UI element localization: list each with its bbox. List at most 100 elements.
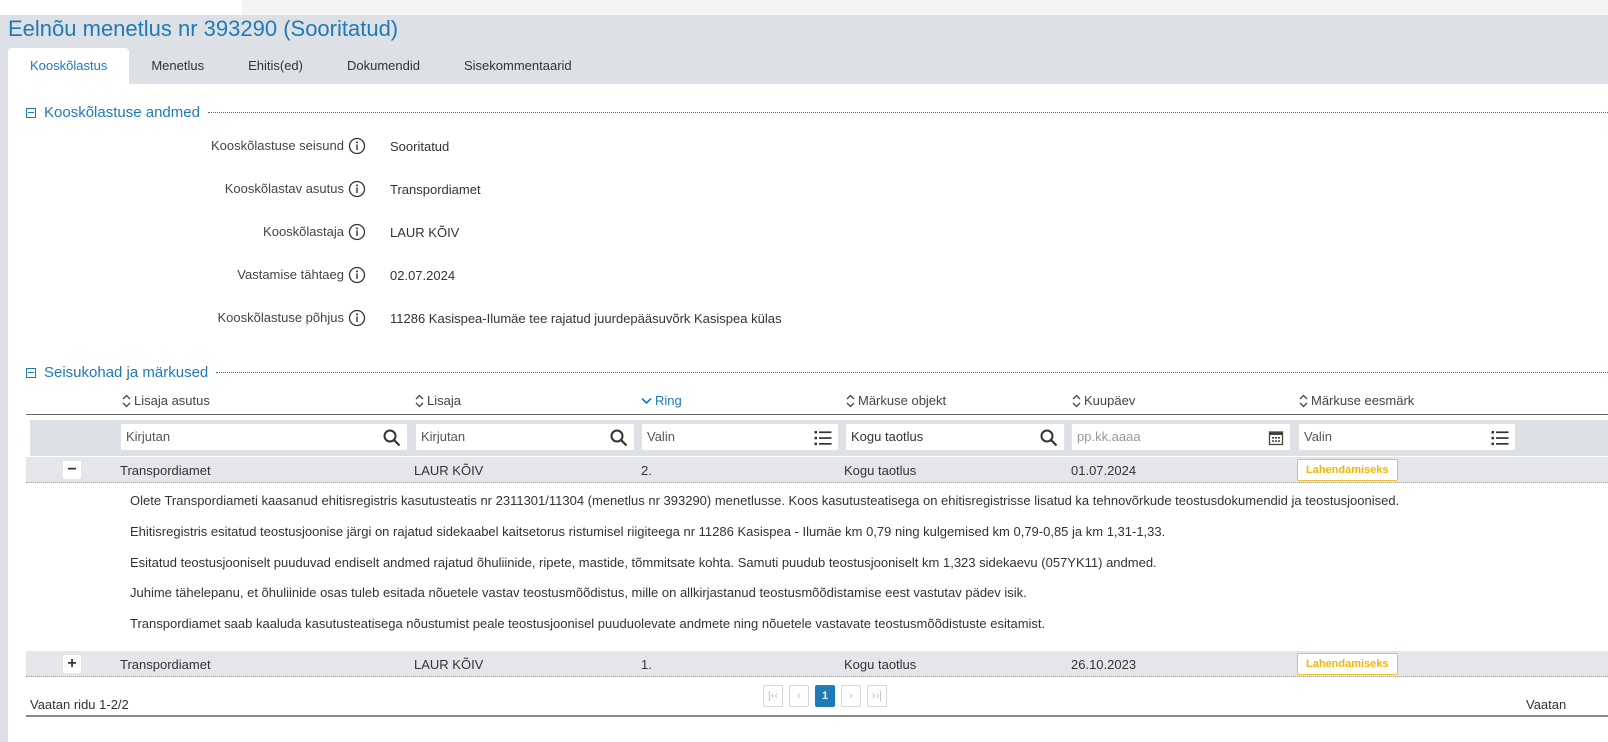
remarks-section-title: Seisukohad ja märkused [44,364,209,381]
tab-kooskolastus[interactable]: Kooskõlastus [8,48,130,84]
filter-lisaja[interactable] [415,423,635,451]
cell-objekt: Kogu taotlus [844,463,917,478]
cell-kuupaev: 01.07.2024 [1071,463,1137,478]
sort-icon [415,394,424,407]
field-value: Transpordiamet [390,182,481,197]
filter-objekt[interactable] [845,423,1065,451]
details-section-header[interactable]: Kooskõlastuse andmed [26,104,1608,121]
comment-paragraph: Transpordiamet saab kaaluda kasutusteati… [130,616,1046,631]
main-content: Kooskõlastuse andmed Kooskõlastuse seisu… [8,84,1608,742]
page-title: Eelnõu menetlus nr 393290 (Sooritatud) [8,16,399,41]
collapse-row-button[interactable]: − [63,461,81,479]
table-row[interactable]: − Transpordiamet LAUR KÕIV 2. Kogu taotl… [26,457,1608,483]
collapse-icon[interactable] [26,367,36,378]
tab-dokumendid[interactable]: Dokumendid [325,48,442,84]
field-value: 11286 Kasispea-Ilumäe tee rajatud juurde… [390,311,782,326]
field-label: Kooskõlastav asutus [224,181,344,196]
sort-icon [846,394,855,407]
plus-icon: + [67,655,77,672]
field-label: Kooskõlastuse seisund [211,138,344,153]
filter-eesmark-select[interactable] [1304,429,1477,444]
cell-lisaja: LAUR KÕIV [414,463,484,478]
comment-paragraph: Esitatud teostusjooniselt puuduvad endis… [130,555,1157,570]
column-header-markuse-objekt[interactable]: Märkuse objekt [846,393,946,408]
first-page-button[interactable]: |‹‹ [763,685,783,707]
info-icon[interactable] [348,137,366,155]
column-header-lisaja-asutus[interactable]: Lisaja asutus [122,393,210,408]
table-header-divider [26,414,1608,415]
field-label: Kooskõlastuse põhjus [217,310,344,325]
cell-kuupaev: 26.10.2023 [1071,657,1137,672]
next-page-button[interactable]: › [841,685,861,707]
filter-kuupaev[interactable] [1071,423,1291,451]
list-icon[interactable] [814,429,832,447]
column-header-lisaja[interactable]: Lisaja [415,393,461,408]
filter-lisaja-input[interactable] [421,429,596,444]
search-icon[interactable] [383,429,401,447]
status-badge: Lahendamiseks [1297,459,1398,481]
search-icon[interactable] [1040,429,1058,447]
sort-icon [1072,394,1081,407]
cell-asutus: Transpordiamet [120,463,211,478]
field-label: Vastamise tähtaeg [237,267,344,282]
filter-bar [30,420,1608,456]
cell-objekt: Kogu taotlus [844,657,917,672]
column-header-kuupaev[interactable]: Kuupäev [1072,393,1135,408]
filter-asutus[interactable] [120,423,408,451]
prev-page-button[interactable]: ‹ [789,685,809,707]
tab-menetlus[interactable]: Menetlus [129,48,226,84]
comment-paragraph: Ehitisregistris esitatud teostusjoonise … [130,524,1166,539]
field-label: Kooskõlastaja [263,224,344,239]
filter-eesmark[interactable] [1298,423,1516,451]
column-header-label: Lisaja [427,393,461,408]
sort-icon [1299,394,1308,407]
details-section-title: Kooskõlastuse andmed [44,104,200,121]
info-icon[interactable] [348,223,366,241]
field-value: Sooritatud [390,139,450,154]
field-row-asutus: Kooskõlastav asutus Transpordiamet [8,178,1008,200]
comment-paragraph: Juhime tähelepanu, et õhuliinide osas tu… [130,585,1027,600]
field-row-tahtaeg: Vastamise tähtaeg 02.07.2024 [8,264,1008,286]
column-header-label: Lisaja asutus [134,393,210,408]
collapse-icon[interactable] [26,107,36,118]
filter-objekt-input[interactable] [851,429,1026,444]
column-header-label: Kuupäev [1084,393,1136,408]
section-divider [216,372,1608,373]
filter-asutus-input[interactable] [126,429,355,444]
minus-icon: − [67,461,77,478]
pagination: |‹‹ ‹ 1 › ››| [763,685,893,707]
search-icon[interactable] [610,429,628,447]
tab-ehitised[interactable]: Ehitis(ed) [226,48,325,84]
info-icon[interactable] [348,266,366,284]
calendar-icon[interactable] [1268,430,1284,446]
expand-row-button[interactable]: + [63,655,81,673]
section-divider [207,112,1608,113]
field-value: LAUR KÕIV [390,225,460,240]
column-header-ring[interactable]: Ring [641,393,682,408]
cell-asutus: Transpordiamet [120,657,211,672]
rows-info-right: Vaatan [1526,697,1567,712]
field-row-pohjus: Kooskõlastuse põhjus 11286 Kasispea-Ilum… [8,307,1008,329]
cell-ring: 1. [641,657,652,672]
last-page-button[interactable]: ››| [867,685,887,707]
info-icon[interactable] [348,309,366,327]
filter-kuupaev-input[interactable] [1077,429,1252,444]
info-icon[interactable] [348,180,366,198]
field-row-seisund: Kooskõlastuse seisund Sooritatud [8,135,1008,157]
sort-desc-icon [641,397,652,404]
filter-ring-select[interactable] [647,429,804,444]
list-icon[interactable] [1491,429,1509,447]
field-value: 02.07.2024 [390,268,456,283]
rows-info: Vaatan ridu 1-2/2 [30,697,129,712]
table-row[interactable]: + Transpordiamet LAUR KÕIV 1. Kogu taotl… [26,651,1608,677]
tab-sisekommentaarid[interactable]: Sisekommentaarid [442,48,594,84]
cell-ring: 2. [641,463,652,478]
page-number-button[interactable]: 1 [815,685,835,707]
tab-bar: Kooskõlastus Menetlus Ehitis(ed) Dokumen… [8,48,594,84]
remarks-section-header[interactable]: Seisukohad ja märkused [26,364,1608,381]
column-header-label: Märkuse objekt [858,393,947,408]
column-header-markuse-eesmark[interactable]: Märkuse eesmärk [1299,393,1414,408]
filter-ring[interactable] [641,423,839,451]
column-header-label: Ring [655,393,682,408]
sort-icon [122,394,131,407]
